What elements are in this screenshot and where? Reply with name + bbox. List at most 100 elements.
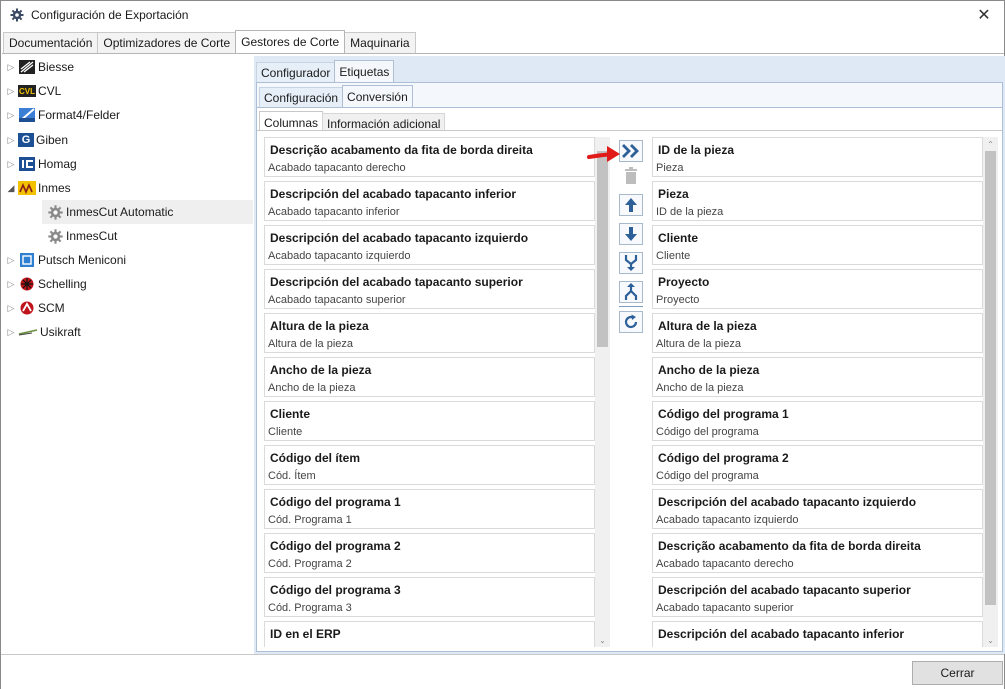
column-item[interactable]: Código del ítem Cód. Ítem <box>264 445 595 485</box>
title-bar: Configuración de Exportación ✕ <box>1 1 1004 29</box>
tab-configurador[interactable]: Configurador <box>256 62 336 82</box>
column-title: Descripción del acabado tapacanto inferi… <box>658 627 905 641</box>
expand-arrow-icon[interactable]: ▷ <box>4 255 18 266</box>
scroll-thumb[interactable] <box>597 151 608 347</box>
column-item[interactable]: Pieza ID de la pieza <box>652 181 983 221</box>
column-item[interactable]: Descripción del acabado tapacanto izquie… <box>264 225 595 265</box>
scroll-down-icon[interactable]: ⌄ <box>595 633 610 647</box>
column-title: Código del ítem <box>270 451 360 465</box>
column-subtitle: Cliente <box>656 250 691 262</box>
export-panel: Configurador Etiquetas Configuración Con… <box>254 56 1005 654</box>
column-item[interactable]: Proyecto Proyecto <box>652 269 983 309</box>
column-item[interactable]: Descripción del acabado tapacanto superi… <box>264 269 595 309</box>
expand-arrow-icon[interactable]: ▷ <box>4 135 18 146</box>
column-subtitle: Código del programa <box>656 426 759 438</box>
tree-item-usikraft[interactable]: ▷ Usikraft <box>4 320 254 344</box>
tree-item-giben[interactable]: ▷ G Giben <box>4 128 254 152</box>
split-button[interactable] <box>619 281 643 303</box>
panel-tabs: Configurador Etiquetas <box>256 60 395 82</box>
column-item[interactable]: ID de la pieza Pieza <box>652 137 983 177</box>
column-item[interactable]: Ancho de la pieza Ancho de la pieza <box>652 357 983 397</box>
tree-item-putsch-meniconi[interactable]: ▷ Putsch Meniconi <box>4 248 254 272</box>
column-item[interactable]: Altura de la pieza Altura de la pieza <box>652 313 983 353</box>
column-item[interactable]: Cliente Cliente <box>652 225 983 265</box>
refresh-icon <box>624 314 638 329</box>
tab-documentacion[interactable]: Documentación <box>3 32 99 53</box>
column-title: Código del programa 3 <box>270 583 401 597</box>
collapse-arrow-icon[interactable]: ◢ <box>4 183 18 194</box>
column-item[interactable]: Descripción del acabado tapacanto izquie… <box>652 489 983 529</box>
tab-maquinaria[interactable]: Maquinaria <box>344 32 416 53</box>
move-up-button[interactable] <box>619 194 643 216</box>
expand-arrow-icon[interactable]: ▷ <box>4 62 18 73</box>
tree-item-cvl[interactable]: ▷ CVL CVL <box>4 79 254 103</box>
column-item[interactable]: Cliente Cliente <box>264 401 595 441</box>
tab-configuracion[interactable]: Configuración <box>259 87 344 107</box>
column-title: Código del programa 2 <box>658 451 789 465</box>
column-title: Pieza <box>658 187 689 201</box>
expand-arrow-icon[interactable]: ▷ <box>4 303 18 314</box>
column-item[interactable]: Altura de la pieza Altura de la pieza <box>264 313 595 353</box>
tree-item-biesse[interactable]: ▷ Biesse <box>4 55 254 79</box>
add-all-icon <box>622 144 639 158</box>
main-tabs: Documentación Optimizadores de Corte Ges… <box>3 30 416 53</box>
column-item[interactable]: Descripción del acabado tapacanto inferi… <box>264 181 595 221</box>
expand-arrow-icon[interactable]: ▷ <box>4 110 18 121</box>
column-item[interactable]: Código del programa 1 Código del programa <box>652 401 983 441</box>
merge-button[interactable] <box>619 252 643 274</box>
column-subtitle: Altura de la pieza <box>656 338 741 350</box>
scroll-up-icon[interactable]: ⌃ <box>983 137 998 151</box>
column-item[interactable]: Descripción del acabado tapacanto superi… <box>652 577 983 617</box>
scroll-down-icon[interactable]: ⌄ <box>983 633 998 647</box>
column-subtitle: Acabado tapacanto derecho <box>268 162 406 174</box>
tree-item-inmes[interactable]: ◢ Inmes <box>4 176 254 200</box>
export-config-window: Configuración de Exportación ✕ Documenta… <box>0 0 1005 689</box>
etiquetas-tabs: Configuración Conversión <box>259 85 413 107</box>
delete-button[interactable] <box>619 165 643 187</box>
tree-item-schelling[interactable]: ▷ Schelling <box>4 272 254 296</box>
tab-conversion[interactable]: Conversión <box>342 85 413 107</box>
expand-arrow-icon[interactable]: ▷ <box>4 86 18 97</box>
tab-etiquetas[interactable]: Etiquetas <box>334 60 395 82</box>
scroll-thumb[interactable] <box>985 151 996 605</box>
move-up-icon <box>625 198 637 212</box>
column-item[interactable]: Código del programa 3 Cód. Programa 3 <box>264 577 595 617</box>
tree-item-label: Putsch Meniconi <box>38 253 127 267</box>
conversion-panel: Columnas Información adicional Descrição… <box>257 107 1002 651</box>
expand-arrow-icon[interactable]: ▷ <box>4 159 18 170</box>
tab-gestores-de-corte[interactable]: Gestores de Corte <box>235 30 346 53</box>
column-item[interactable]: Descrição acabamento da fita de borda di… <box>652 533 983 573</box>
tree-item-inmescut[interactable]: InmesCut <box>42 224 253 248</box>
column-title: Altura de la pieza <box>270 319 369 333</box>
available-columns-list: Descrição acabamento da fita de borda di… <box>261 137 611 647</box>
column-title: ID en el ERP <box>270 627 341 641</box>
column-item[interactable]: Descrição acabamento da fita de borda di… <box>264 137 595 177</box>
refresh-button[interactable] <box>619 311 643 333</box>
tab-optimizadores-de-corte[interactable]: Optimizadores de Corte <box>97 32 237 53</box>
column-item[interactable]: Ancho de la pieza Ancho de la pieza <box>264 357 595 397</box>
column-item[interactable]: Código del programa 2 Cód. Programa 2 <box>264 533 595 573</box>
column-item[interactable]: ID en el ERP <box>264 621 595 647</box>
homag-logo <box>18 156 36 172</box>
expand-arrow-icon[interactable]: ▷ <box>4 279 18 290</box>
column-item[interactable]: Código del programa 1 Cód. Programa 1 <box>264 489 595 529</box>
available-scrollbar[interactable]: ⌄ <box>595 137 610 647</box>
close-button[interactable]: Cerrar <box>912 661 1003 685</box>
column-subtitle: Ancho de la pieza <box>656 382 744 394</box>
tree-item-inmescut-automatic[interactable]: InmesCut Automatic <box>42 200 253 224</box>
tree-item-homag[interactable]: ▷ Homag <box>4 152 254 176</box>
column-item[interactable]: Código del programa 2 Código del programa <box>652 445 983 485</box>
move-down-button[interactable] <box>619 223 643 245</box>
scm-logo <box>18 300 36 316</box>
tree-item-scm[interactable]: ▷ SCM <box>4 296 254 320</box>
column-title: Cliente <box>270 407 311 421</box>
tree-item-label: Usikraft <box>40 325 81 339</box>
add-all-button[interactable] <box>619 140 643 162</box>
selected-scrollbar[interactable]: ⌃ ⌄ <box>983 137 998 647</box>
expand-arrow-icon[interactable]: ▷ <box>4 327 18 338</box>
column-subtitle: Acabado tapacanto izquierdo <box>656 514 799 526</box>
column-item[interactable]: Descripción del acabado tapacanto inferi… <box>652 621 983 647</box>
gear-icon <box>46 204 64 220</box>
close-icon[interactable]: ✕ <box>964 1 1004 29</box>
tree-item-format4[interactable]: ▷ Format4/Felder <box>4 103 254 127</box>
